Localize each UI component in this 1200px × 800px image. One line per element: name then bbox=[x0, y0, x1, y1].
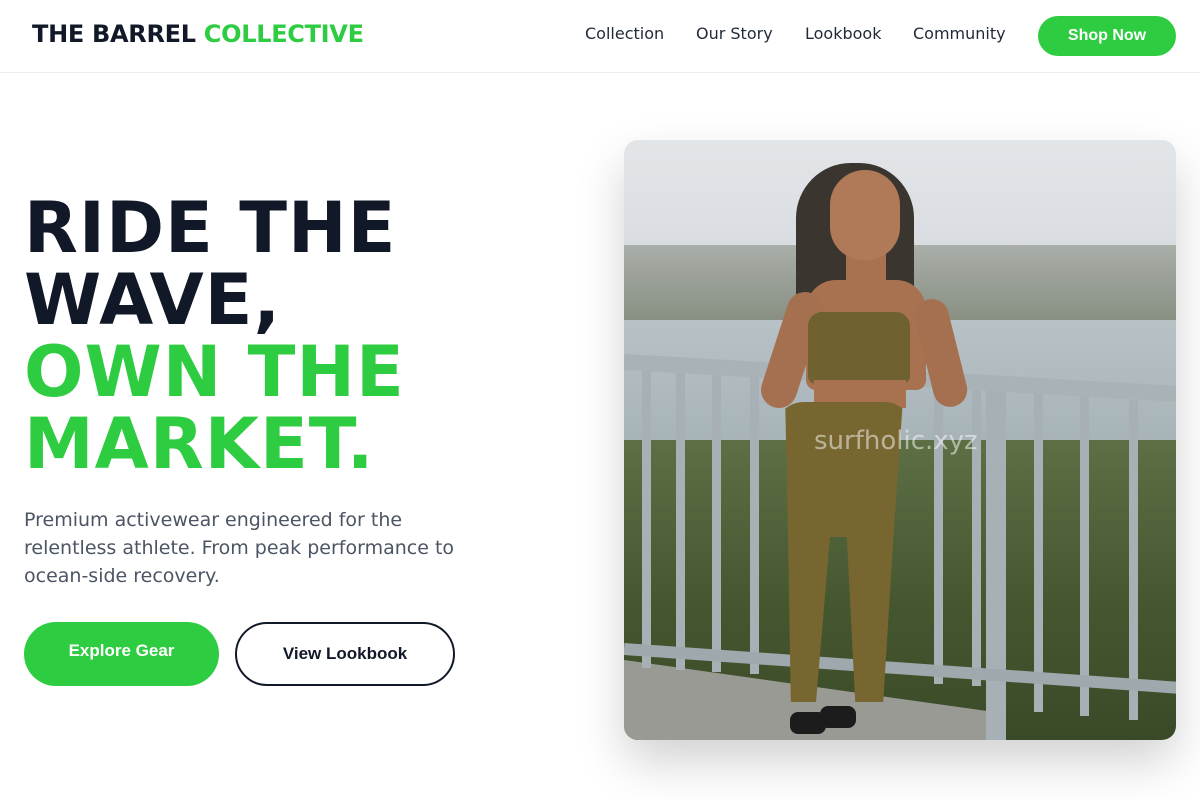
site-header: THE BARREL COLLECTIVE Collection Our Sto… bbox=[0, 0, 1200, 73]
shop-now-button[interactable]: Shop Now bbox=[1038, 16, 1176, 56]
railing-post bbox=[676, 370, 685, 670]
nav-link-community[interactable]: Community bbox=[913, 24, 1006, 43]
brand-name-part1: THE BARREL bbox=[32, 20, 196, 48]
brand-logo[interactable]: THE BARREL COLLECTIVE bbox=[32, 20, 364, 48]
view-lookbook-button[interactable]: View Lookbook bbox=[235, 622, 455, 686]
headline-line-4: MARKET. bbox=[24, 403, 375, 485]
hero-headline: RIDE THE WAVE, OWN THE MARKET. bbox=[24, 192, 405, 480]
railing-post bbox=[1129, 400, 1138, 720]
brand-name-part2: COLLECTIVE bbox=[203, 20, 364, 48]
railing-post bbox=[986, 390, 1006, 740]
headline-line-3: OWN THE bbox=[24, 331, 405, 413]
model-shoe bbox=[820, 706, 856, 728]
railing-post bbox=[712, 372, 721, 672]
hero-subtext: Premium activewear engineered for the re… bbox=[24, 509, 455, 587]
headline-line-1: RIDE THE bbox=[24, 187, 397, 269]
railing-post bbox=[1034, 392, 1043, 712]
railing-post bbox=[750, 374, 759, 674]
explore-gear-button[interactable]: Explore Gear bbox=[24, 622, 219, 686]
railing-post bbox=[1080, 396, 1089, 716]
nav-link-collection[interactable]: Collection bbox=[585, 24, 664, 43]
nav-link-lookbook[interactable]: Lookbook bbox=[805, 24, 881, 43]
hero-image: surfholic.xyz bbox=[624, 140, 1176, 740]
nav-link-our-story[interactable]: Our Story bbox=[696, 24, 773, 43]
railing-post bbox=[642, 368, 651, 668]
model-sports-top bbox=[808, 312, 910, 384]
model-face bbox=[830, 170, 900, 260]
headline-line-2: WAVE, bbox=[24, 259, 282, 341]
image-watermark: surfholic.xyz bbox=[814, 426, 978, 456]
